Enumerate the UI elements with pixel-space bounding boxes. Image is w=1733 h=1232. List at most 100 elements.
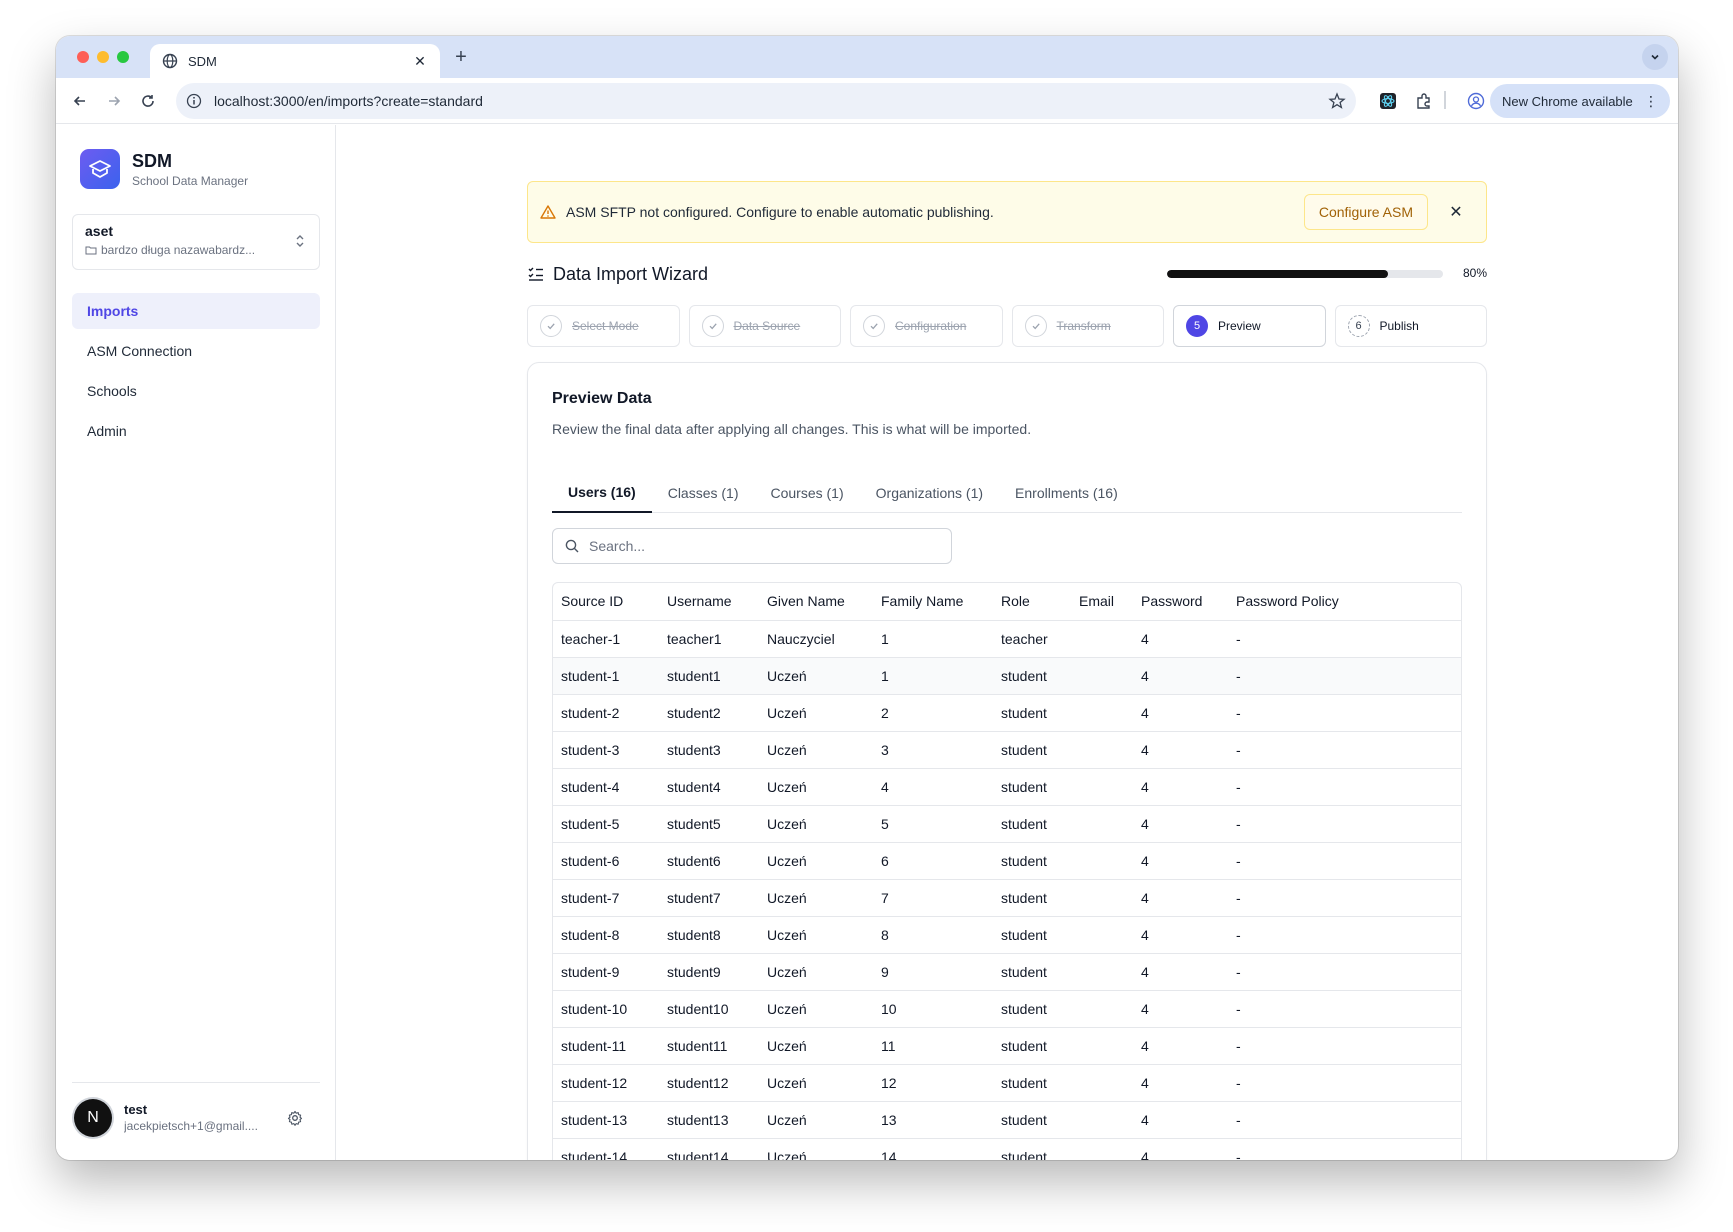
tab-users[interactable]: Users (16) [552,473,652,513]
wizard-step-data-source[interactable]: Data Source [688,305,841,347]
table-cell: student3 [659,731,759,769]
table-row: student-5 student5 Uczeń 5 student 4- [553,805,1461,843]
table-cell: 4 [1133,768,1228,806]
table-cell: student [993,1027,1071,1065]
tab-organizations[interactable]: Organizations (1) [860,473,999,513]
avatar[interactable]: N [74,1098,112,1137]
site-info-icon[interactable] [186,93,202,109]
profile-icon[interactable] [1466,91,1486,111]
table-cell: Uczeń [759,879,873,917]
chrome-update-button[interactable]: New Chrome available ⋮ [1490,84,1670,118]
table-cell: 4 [1133,1138,1228,1160]
search-box[interactable] [552,528,952,564]
table-cell: student [993,879,1071,917]
table-cell: 12 [873,1064,993,1102]
table-cell: 4 [1133,731,1228,769]
kebab-menu-icon: ⋮ [1644,93,1658,109]
arrow-left-icon [73,96,85,106]
list-checks-icon [528,267,543,281]
org-name: aset [85,223,114,239]
close-window-button[interactable] [77,51,89,63]
table-header-row: Source ID Username Given Name Family Name Ro… [553,583,1461,621]
wizard-progress-bar [1167,270,1443,278]
step-number: 6 [1347,315,1370,337]
table-cell: student-12 [553,1064,659,1102]
address-bar[interactable]: localhost:3000/en/imports?create=standar… [176,83,1356,119]
table-cell: 10 [873,990,993,1028]
sidebar-item-asm-connection[interactable]: ASM Connection [72,333,320,369]
wizard-step-configuration[interactable]: Configuration [850,305,1003,347]
chevron-down-icon [1651,54,1659,60]
table-cell: - [1228,1064,1461,1102]
table-cell: Uczeń [759,1064,873,1102]
star-icon[interactable] [1328,92,1346,110]
table-cell: teacher1 [659,620,759,658]
search-input[interactable] [589,538,939,554]
wizard-step-publish[interactable]: 6 Publish [1334,305,1487,347]
table-cell: 1 [873,620,993,658]
table-cell: student11 [659,1027,759,1065]
new-tab-button[interactable]: + [450,46,472,69]
settings-gear-icon[interactable] [286,1109,304,1127]
tab-classes[interactable]: Classes (1) [652,473,755,513]
table-cell: student-10 [553,990,659,1028]
table-cell: Uczeń [759,694,873,732]
table-cell: student1 [659,657,759,695]
tab-courses[interactable]: Courses (1) [755,473,860,513]
table-cell [1071,768,1133,806]
table-cell: 4 [873,768,993,806]
table-cell [1071,620,1133,658]
tab-enrollments[interactable]: Enrollments (16) [999,473,1134,513]
table-cell: 4 [1133,1101,1228,1139]
minimize-window-button[interactable] [97,51,109,63]
table-cell: student9 [659,953,759,991]
table-row: student-9 student9 Uczeń 9 student 4- [553,953,1461,991]
column-header: Source ID [553,583,659,621]
sdm-logo-icon [80,149,120,189]
tab-search-button[interactable] [1642,44,1668,70]
browser-window: SDM ✕ + localhost:3000/en/imports?create… [56,36,1678,1160]
sidebar-item-schools[interactable]: Schools [72,373,320,409]
wizard-step-preview[interactable]: 5 Preview [1173,305,1326,347]
user-name: test [124,1102,148,1117]
reload-button[interactable] [138,91,158,111]
org-subtitle-row: bardzo długa nazawabardz... [85,243,285,257]
extensions-icon[interactable] [1414,91,1434,111]
table-cell: 7 [873,879,993,917]
sidebar-item-admin[interactable]: Admin [72,413,320,449]
alert-message: ASM SFTP not configured. Configure to en… [566,204,994,220]
table-cell [1071,879,1133,917]
organization-switcher[interactable]: aset bardzo długa nazawabardz... [72,214,320,270]
close-tab-icon[interactable]: ✕ [412,53,428,70]
table-row: student-10 student10 Uczeń 10 student 4- [553,990,1461,1028]
sidebar-nav: Imports ASM Connection Schools Admin [72,293,320,453]
sidebar-item-imports[interactable]: Imports [72,293,320,329]
table-cell: Uczeń [759,1027,873,1065]
table-cell: 1 [873,657,993,695]
table-cell: Uczeń [759,953,873,991]
table-cell: - [1228,990,1461,1028]
column-header: Role [993,583,1071,621]
table-cell [1071,694,1133,732]
wizard-step-select-mode[interactable]: Select Mode [527,305,680,347]
table-cell: student5 [659,805,759,843]
user-menu[interactable]: N test jacekpietsch+1@gmail.... [72,1082,320,1152]
back-button[interactable] [70,91,90,111]
maximize-window-button[interactable] [117,51,129,63]
table-cell: - [1228,842,1461,880]
folder-icon [85,246,97,255]
forward-button[interactable] [104,91,124,111]
react-devtools-icon[interactable] [1378,91,1398,111]
close-icon[interactable]: ✕ [1446,202,1466,222]
configure-asm-button[interactable]: Configure ASM [1303,194,1428,230]
entity-tabs: Users (16) Classes (1) Courses (1) Organ… [552,473,1462,513]
table-cell: 4 [1133,620,1228,658]
main-content: ASM SFTP not configured. Configure to en… [337,125,1678,1160]
check-icon [863,315,885,337]
browser-tab[interactable]: SDM ✕ [150,44,440,78]
wizard-step-transform[interactable]: Transform [1011,305,1164,347]
table-cell: Uczeń [759,916,873,954]
table-cell [1071,657,1133,695]
table-cell: - [1228,768,1461,806]
url-text: localhost:3000/en/imports?create=standar… [214,93,483,109]
